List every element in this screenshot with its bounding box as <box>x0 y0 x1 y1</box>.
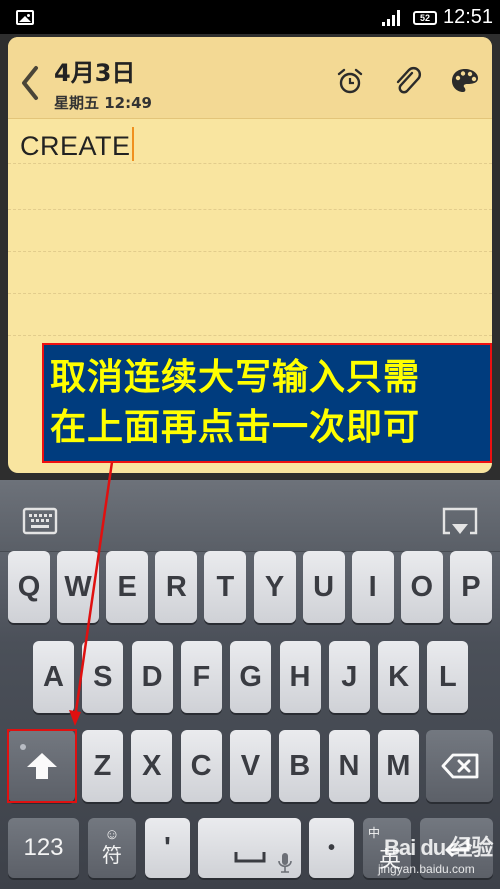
note-date: 4月3日 <box>54 59 136 87</box>
key-label: Y <box>264 570 285 603</box>
key-label: W <box>64 570 92 603</box>
hide-keyboard-button[interactable] <box>442 506 478 536</box>
annotation-callout: 取消连续大写输入只需 在上面再点击一次即可 <box>42 343 492 463</box>
annotation-line-2: 在上面再点击一次即可 <box>50 407 421 448</box>
ruled-line <box>8 293 492 294</box>
key-f[interactable]: F <box>180 641 222 713</box>
apostrophe-key[interactable]: ' <box>145 818 190 878</box>
hide-keyboard-icon <box>442 507 478 535</box>
key-t[interactable]: T <box>204 551 247 623</box>
key-z[interactable]: Z <box>82 730 123 802</box>
key-g[interactable]: G <box>230 641 272 713</box>
space-icon <box>234 852 265 863</box>
key-label: I <box>368 570 377 603</box>
paperclip-icon <box>396 67 421 94</box>
key-label: V <box>240 749 261 782</box>
emoji-icon: ☺ <box>104 826 120 843</box>
theme-button[interactable] <box>449 65 481 97</box>
key-v[interactable]: V <box>229 730 271 802</box>
text-caret <box>131 127 134 161</box>
key-h[interactable]: H <box>279 641 321 713</box>
signal-icon <box>382 10 404 26</box>
alarm-icon <box>337 68 363 94</box>
key-label: T <box>216 570 235 603</box>
key-s[interactable]: S <box>82 641 124 713</box>
chevron-left-icon <box>22 66 38 100</box>
key-label: M <box>386 749 411 782</box>
shift-highlight-box <box>7 729 77 803</box>
key-label: A <box>43 660 64 693</box>
key-c[interactable]: C <box>180 730 222 802</box>
key-label: Q <box>17 570 41 603</box>
ruled-line <box>8 209 492 210</box>
key-k[interactable]: K <box>378 641 420 713</box>
watermark-brand: Bai du 经验 <box>384 835 493 860</box>
ruled-line <box>8 251 492 252</box>
note-content[interactable]: CREATE <box>20 127 134 162</box>
key-label: K <box>388 660 410 693</box>
key-label: N <box>338 749 360 782</box>
watermark: Bai du 经验 jingyan.baidu.com <box>378 826 498 886</box>
numbers-key[interactable]: 123 <box>8 818 79 878</box>
key-o[interactable]: O <box>400 551 443 623</box>
alarm-button[interactable] <box>334 65 366 97</box>
keyboard-switch-button[interactable] <box>22 506 58 536</box>
key-b[interactable]: B <box>279 730 321 802</box>
key-u[interactable]: U <box>302 551 345 623</box>
backspace-icon <box>441 753 478 779</box>
space-key[interactable] <box>198 818 301 878</box>
key-r[interactable]: R <box>155 551 198 623</box>
key-d[interactable]: D <box>131 641 173 713</box>
note-header: 4月3日 星期五 12:49 <box>8 37 492 119</box>
ruled-line <box>8 335 492 336</box>
back-button[interactable] <box>20 65 40 101</box>
keyboard-icon <box>22 507 58 535</box>
ruled-line <box>8 163 492 164</box>
watermark-url: jingyan.baidu.com <box>378 862 475 876</box>
key-label: Z <box>93 749 112 782</box>
keyboard-toolbar <box>0 480 500 552</box>
key-y[interactable]: Y <box>253 551 296 623</box>
attach-button[interactable] <box>392 65 424 97</box>
key-label: P <box>461 570 481 603</box>
key-label: D <box>141 660 163 693</box>
key-label: E <box>117 570 137 603</box>
key-p[interactable]: P <box>449 551 492 623</box>
key-label: O <box>410 570 434 603</box>
key-label: J <box>341 660 358 693</box>
backspace-key[interactable] <box>426 730 493 802</box>
battery-icon: 52 <box>413 11 437 25</box>
note-text: CREATE <box>20 131 131 161</box>
key-a[interactable]: A <box>33 641 74 713</box>
key-w[interactable]: W <box>57 551 100 623</box>
symbols-key[interactable]: ☺ 符 <box>88 818 136 878</box>
key-label: F <box>192 660 211 693</box>
palette-icon <box>452 69 478 92</box>
image-icon <box>16 10 34 25</box>
key-j[interactable]: J <box>328 641 370 713</box>
clock: 12:51 <box>443 6 494 28</box>
key-label: G <box>239 660 262 693</box>
key-label: U <box>313 570 335 603</box>
key-label: H <box>289 660 311 693</box>
key-label: R <box>165 570 187 603</box>
key-n[interactable]: N <box>328 730 370 802</box>
key-label: L <box>439 660 457 693</box>
key-label: C <box>190 749 212 782</box>
period-key[interactable]: • <box>309 818 354 878</box>
annotation-line-1: 取消连续大写输入只需 <box>50 357 421 398</box>
status-bar: 52 12:51 <box>0 0 500 36</box>
symbols-label: 符 <box>102 845 122 867</box>
key-i[interactable]: I <box>351 551 394 623</box>
note-timestamp: 星期五 12:49 <box>54 94 152 112</box>
key-q[interactable]: Q <box>8 551 50 623</box>
key-label: B <box>289 749 311 782</box>
key-m[interactable]: M <box>377 730 419 802</box>
key-label: S <box>93 660 113 693</box>
key-x[interactable]: X <box>131 730 173 802</box>
key-e[interactable]: E <box>106 551 149 623</box>
microphone-icon <box>278 853 292 873</box>
key-label: X <box>142 749 162 782</box>
key-l[interactable]: L <box>427 641 469 713</box>
